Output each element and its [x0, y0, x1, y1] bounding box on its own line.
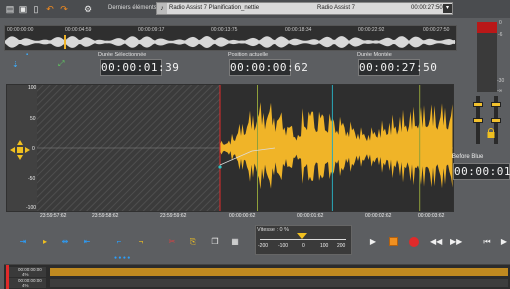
copy-icon[interactable]: ⎘	[188, 237, 198, 247]
x-time: 00:00:01:62	[297, 213, 324, 219]
vu-meter-right	[487, 22, 497, 92]
speed-label: Vitesse : 0 %	[257, 227, 289, 233]
play-selection-icon[interactable]: ▸	[40, 237, 50, 247]
fader-knob[interactable]	[491, 118, 501, 123]
save-icon[interactable]: ▤	[4, 3, 16, 15]
new-document-icon[interactable]: ▯	[30, 3, 42, 15]
overview-time-ruler: 00:00:00:00 00:00:04:59 00:00:09:17 00:0…	[5, 26, 456, 34]
speed-tick: 200	[337, 243, 346, 249]
lock-icon[interactable]	[486, 128, 496, 138]
marker-dots-icon: ● ● ● ●	[114, 255, 131, 261]
document-duration: 00:00:27:50	[411, 5, 443, 11]
y-tick: 100	[28, 85, 37, 91]
current-position-label: Position actuelle	[228, 52, 269, 58]
speed-slider-track[interactable]	[260, 239, 346, 240]
vu-scale: -6	[498, 32, 503, 38]
speed-tick: -200	[258, 243, 269, 249]
fader-knob[interactable]	[491, 102, 501, 107]
overview-time: 00:00:13:75	[211, 27, 238, 33]
overview-timeline[interactable]: 00:00:00:00 00:00:04:59 00:00:09:17 00:0…	[4, 25, 457, 51]
stop-icon[interactable]	[389, 237, 398, 246]
y-tick: -50	[28, 176, 36, 182]
overview-time: 00:00:09:17	[138, 27, 165, 33]
play-icon[interactable]: ▶	[368, 237, 378, 247]
track-clip-empty[interactable]	[50, 279, 508, 287]
selected-duration-label: Durée Sélectionnée	[98, 52, 147, 58]
document-title: Radio Assist 7	[317, 5, 356, 11]
y-tick: 0	[32, 146, 35, 152]
zoom-tool-icon[interactable]: ⤢	[58, 59, 64, 69]
rewind-icon[interactable]: ◀◀	[430, 237, 442, 247]
undo-icon[interactable]: ↶	[44, 3, 56, 15]
overview-time: 00:00:00:00	[7, 27, 34, 33]
y-tick: -100	[26, 205, 37, 211]
document-selector[interactable]: ♪ Radio Assist 7 Planification_nettie Ra…	[156, 2, 453, 15]
chevron-down-icon[interactable]: ▾	[443, 4, 452, 13]
x-time: 23:59:57:62	[40, 213, 67, 219]
x-time: 23:59:58:62	[92, 213, 119, 219]
selected-duration-display: 00:00:01:39	[100, 59, 180, 76]
overview-time: 00:00:22:92	[358, 27, 385, 33]
before-blue-label: Before Blue	[452, 154, 484, 160]
track-sub: 4%	[22, 283, 29, 288]
record-icon[interactable]	[409, 237, 419, 247]
vu-scale: 0	[499, 20, 502, 26]
save-all-icon[interactable]: ▣	[17, 3, 29, 15]
y-tick: 50	[30, 116, 36, 122]
go-to-in-icon[interactable]: ⇥	[18, 237, 28, 247]
document-name: Radio Assist 7 Planification_nettie	[169, 5, 260, 11]
last-items-label: Derniers éléments	[108, 5, 157, 11]
track-clip[interactable]	[50, 268, 508, 276]
waveform-editor[interactable]	[6, 84, 454, 212]
x-time: 00:00:02:62	[365, 213, 392, 219]
track-sub: 4%	[22, 272, 29, 277]
track-cursor	[6, 265, 9, 289]
cursor-tool-icon[interactable]: ⇣	[12, 60, 19, 69]
overview-time: 00:00:27:50	[423, 27, 450, 33]
paste-icon[interactable]: ❐	[210, 237, 220, 247]
mark-in-icon[interactable]: ⌐	[114, 237, 124, 247]
delete-icon[interactable]: ▦	[230, 237, 240, 247]
play-around-icon[interactable]: ⇹	[60, 237, 70, 247]
nav-cross-icon[interactable]	[10, 140, 30, 160]
vu-scale: -∞	[497, 88, 503, 94]
go-to-end-icon[interactable]: ▶	[499, 237, 509, 247]
go-to-start-icon[interactable]: ⏮	[482, 237, 492, 247]
mark-out-icon[interactable]: ¬	[136, 237, 146, 247]
fast-forward-icon[interactable]: ▶▶	[450, 237, 462, 247]
overview-time: 00:00:04:59	[65, 27, 92, 33]
cut-icon[interactable]: ✂	[167, 237, 177, 247]
marker-tool-icon[interactable]: ▪	[26, 52, 28, 58]
speed-tick: 100	[320, 243, 329, 249]
vu-meter-left	[477, 22, 487, 92]
vu-scale: -30	[497, 78, 505, 84]
multitrack-strip[interactable]: 00:00:00:00 4% 00:00:00:00 4%	[4, 264, 510, 289]
overview-waveform	[5, 35, 456, 49]
redo-icon[interactable]: ↷	[58, 3, 70, 15]
current-position-display: 00:00:00:62	[229, 59, 309, 76]
x-time: 23:59:59:62	[160, 213, 187, 219]
settings-icon[interactable]: ⚙	[82, 3, 94, 15]
track-header: 00:00:00:00 4%	[6, 267, 46, 277]
before-blue-display: 00:00:01:18	[453, 163, 510, 180]
waveform-canvas	[37, 85, 453, 211]
fader-knob[interactable]	[473, 118, 483, 123]
speed-tick: -100	[278, 243, 289, 249]
speed-tick: 0	[302, 243, 305, 249]
mounted-duration-display: 00:00:27:50	[358, 59, 438, 76]
overview-time: 00:00:18:34	[285, 27, 312, 33]
x-time: 00:00:00:62	[229, 213, 256, 219]
track-header: 00:00:00:00 4%	[6, 278, 46, 288]
x-time: 00:00:03:62	[418, 213, 445, 219]
document-icon: ♪	[157, 3, 167, 14]
mounted-duration-label: Durée Montée	[357, 52, 392, 58]
go-to-out-icon[interactable]: ⇤	[82, 237, 92, 247]
fader-knob[interactable]	[473, 102, 483, 107]
